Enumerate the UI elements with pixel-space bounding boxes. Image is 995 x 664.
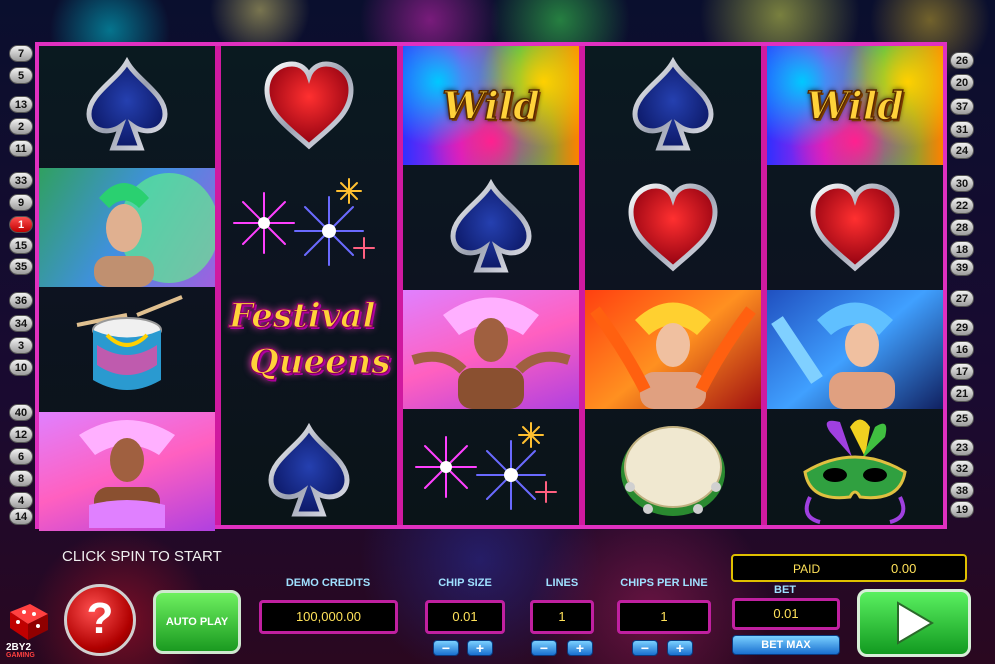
- payline-badge[interactable]: 3: [9, 337, 33, 354]
- payline-badge[interactable]: 24: [950, 142, 974, 159]
- reel-5: Wild: [767, 46, 943, 525]
- chip-size-increase-button[interactable]: +: [467, 640, 493, 656]
- reel-1: [39, 46, 215, 531]
- payline-badge[interactable]: 34: [9, 315, 33, 332]
- lines-decrease-button[interactable]: −: [531, 640, 557, 656]
- payline-badge[interactable]: 29: [950, 319, 974, 336]
- payline-badge[interactable]: 9: [9, 194, 33, 211]
- payline-badge[interactable]: 38: [950, 482, 974, 499]
- payline-badge[interactable]: 11: [9, 140, 33, 157]
- paid-label: PAID: [793, 562, 821, 576]
- paid-box: PAID 0.00: [731, 554, 967, 582]
- symbol-drum: [39, 290, 215, 409]
- symbol-heart: [767, 168, 943, 287]
- payline-badge[interactable]: 16: [950, 341, 974, 358]
- logo-line-2: Queens: [248, 341, 391, 382]
- payline-badge[interactable]: 10: [9, 359, 33, 376]
- spin-button[interactable]: [857, 589, 971, 657]
- symbol-tambourine: [585, 412, 761, 531]
- payline-badge[interactable]: 37: [950, 98, 974, 115]
- demo-credits-display: 100,000.00: [259, 600, 398, 634]
- reel-3: Wild: [403, 46, 579, 525]
- help-button[interactable]: ?: [64, 584, 136, 656]
- bet-display: 0.01: [732, 598, 840, 630]
- symbol-spade: [403, 168, 579, 287]
- symbol-heart: [221, 46, 397, 165]
- payline-badge[interactable]: 40: [9, 404, 33, 421]
- symbol-spade: [221, 412, 397, 531]
- status-message: CLICK SPIN TO START: [62, 548, 222, 565]
- payline-badge[interactable]: 12: [9, 426, 33, 443]
- logo-line-1: Festival: [228, 295, 376, 336]
- payline-badge[interactable]: 25: [950, 410, 974, 427]
- chips-per-line-display: 1: [617, 600, 711, 634]
- bet-max-button[interactable]: BET MAX: [732, 635, 840, 655]
- symbol-fireworks: [403, 412, 579, 531]
- reel-4: [585, 46, 761, 525]
- payline-badge[interactable]: 28: [950, 219, 974, 236]
- payline-badge[interactable]: 13: [9, 96, 33, 113]
- symbol-mask: [767, 412, 943, 531]
- paid-value: 0.00: [891, 561, 917, 576]
- symbol-dancer-pink: [39, 412, 215, 531]
- bet-label: BET: [774, 584, 796, 596]
- payline-badge-active[interactable]: 1: [9, 216, 33, 233]
- payline-badge[interactable]: 15: [9, 237, 33, 254]
- chips-per-line-label: CHIPS PER LINE: [620, 577, 708, 589]
- chip-size-display: 0.01: [425, 600, 505, 634]
- payline-badge[interactable]: 22: [950, 197, 974, 214]
- symbol-heart: [585, 168, 761, 287]
- symbol-dancer-red: [585, 290, 761, 409]
- payline-badge[interactable]: 8: [9, 470, 33, 487]
- lines-display: 1: [530, 600, 594, 634]
- symbol-fireworks: [221, 168, 397, 287]
- symbol-wild: Wild: [403, 46, 579, 165]
- chip-size-label: CHIP SIZE: [438, 577, 492, 589]
- brand-logo: 2BY2 GAMING: [4, 592, 56, 660]
- payline-badge[interactable]: 36: [9, 292, 33, 309]
- payline-badge[interactable]: 32: [950, 460, 974, 477]
- reel-2: Festival Queens: [221, 46, 397, 525]
- brand-line-2: GAMING: [6, 652, 35, 659]
- symbol-dancer-blue: [767, 290, 943, 409]
- payline-badge[interactable]: 20: [950, 74, 974, 91]
- lines-increase-button[interactable]: +: [567, 640, 593, 656]
- payline-badge[interactable]: 17: [950, 363, 974, 380]
- payline-badge[interactable]: 2: [9, 118, 33, 135]
- lines-label: LINES: [545, 577, 579, 589]
- festival-queens-logo: Festival Queens: [221, 290, 397, 409]
- payline-badge[interactable]: 23: [950, 439, 974, 456]
- wild-label: Wild: [806, 82, 905, 129]
- payline-badge[interactable]: 21: [950, 385, 974, 402]
- symbol-spade: [585, 46, 761, 165]
- wild-label: Wild: [442, 82, 541, 129]
- payline-badge[interactable]: 33: [9, 172, 33, 189]
- payline-badge[interactable]: 4: [9, 492, 33, 509]
- payline-badge[interactable]: 26: [950, 52, 974, 69]
- payline-badge[interactable]: 31: [950, 121, 974, 138]
- payline-badge[interactable]: 27: [950, 290, 974, 307]
- demo-credits-label: DEMO CREDITS: [285, 577, 371, 589]
- payline-badge[interactable]: 6: [9, 448, 33, 465]
- payline-badge[interactable]: 39: [950, 259, 974, 276]
- reel-grid: Festival Queens Wild Wild: [35, 42, 947, 531]
- dice-icon: [10, 604, 48, 640]
- symbol-wild: Wild: [767, 46, 943, 165]
- chips-per-line-increase-button[interactable]: +: [667, 640, 693, 656]
- payline-badge[interactable]: 35: [9, 258, 33, 275]
- play-icon: [897, 601, 934, 645]
- chips-per-line-decrease-button[interactable]: −: [632, 640, 658, 656]
- autoplay-button[interactable]: AUTO PLAY: [153, 590, 241, 654]
- payline-badge[interactable]: 5: [9, 67, 33, 84]
- symbol-spade: [39, 46, 215, 165]
- chip-size-decrease-button[interactable]: −: [433, 640, 459, 656]
- symbol-dancer-pink: [403, 290, 579, 409]
- payline-badge[interactable]: 19: [950, 501, 974, 518]
- payline-badge[interactable]: 14: [9, 508, 33, 525]
- payline-badge[interactable]: 30: [950, 175, 974, 192]
- payline-badge[interactable]: 7: [9, 45, 33, 62]
- symbol-dancer-green: [39, 168, 215, 287]
- payline-badge[interactable]: 18: [950, 241, 974, 258]
